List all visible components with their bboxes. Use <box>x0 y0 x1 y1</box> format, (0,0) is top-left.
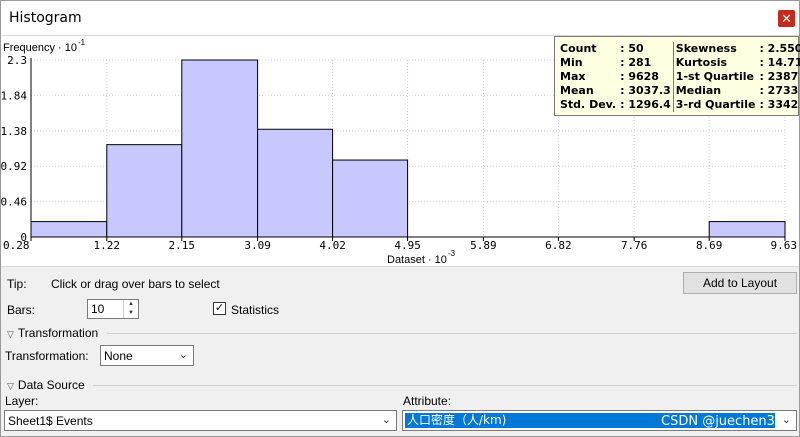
close-button[interactable]: ✕ <box>778 10 795 27</box>
close-icon: ✕ <box>781 11 792 26</box>
histogram-bar[interactable] <box>30 221 108 238</box>
statistics-label: Statistics <box>231 303 280 317</box>
y-tick-label: 0.46 <box>1 196 27 209</box>
stat-label: Mean <box>560 84 594 97</box>
y-axis-label: Frequency · 10 <box>3 42 77 54</box>
histogram-bar[interactable] <box>708 221 786 238</box>
histogram-bar[interactable] <box>106 144 183 238</box>
bars-value: 10 <box>91 302 105 316</box>
tip-label: Tip: <box>7 277 27 291</box>
y-tick-label: 2.3 <box>7 54 27 67</box>
spin-up-icon[interactable]: ▲ <box>124 300 138 309</box>
x-tick-label: 9.63 <box>771 239 798 252</box>
bars-label: Bars: <box>7 303 36 317</box>
x-tick-label: 8.69 <box>696 239 723 252</box>
stat-label: 3-rd Quartile <box>672 98 758 112</box>
x-tick-label: 4.95 <box>394 239 421 252</box>
stat-label: Max <box>560 70 586 83</box>
stat-value: : 2387 <box>759 70 799 83</box>
transformation-section-label: Transformation <box>17 326 99 340</box>
stat-value: : 9628 <box>620 70 659 83</box>
statistics-row: Mean : 3037.3 Median: 2733 <box>558 84 800 98</box>
statistics-row: Std. Dev.: 1296.4 3-rd Quartile: 3342 <box>558 98 800 112</box>
stat-value: : 281 <box>620 56 652 69</box>
spin-down-icon[interactable]: ▼ <box>124 309 138 318</box>
histogram-window: Histogram ✕ 0 0.46 0.92 1.38 1.84 2.3 0.28 1.22… <box>0 0 800 437</box>
section-divider <box>107 333 797 334</box>
statistics-checkbox[interactable]: ✓ <box>213 302 226 315</box>
stat-value: : 3037.3 <box>620 84 671 97</box>
stat-label: Min <box>560 56 583 69</box>
statistics-row: Max : 9628 1-st Quartile: 2387 <box>558 70 800 84</box>
x-tick-label: 6.82 <box>545 239 572 252</box>
transformation-value: None <box>104 349 133 363</box>
watermark: CSDN @juechen333 <box>661 414 792 429</box>
add-to-layout-button[interactable]: Add to Layout <box>683 272 797 294</box>
x-axis-label-exponent: -3 <box>448 249 456 258</box>
chevron-down-icon: ⌄ <box>381 414 391 426</box>
stat-value: : 2733 <box>759 84 799 97</box>
x-tick-label: 0.28 <box>3 239 30 252</box>
tip-text: Click or drag over bars to select <box>51 277 220 291</box>
stat-label: Skewness <box>672 42 758 56</box>
histogram-bar[interactable] <box>257 128 334 238</box>
stat-label: Count <box>560 42 597 55</box>
transformation-select[interactable]: None ⌄ <box>100 345 194 366</box>
stat-value: : 3342 <box>759 98 799 111</box>
stat-value: : 2.5502 <box>759 42 800 55</box>
section-divider <box>93 385 797 386</box>
x-tick-label: 5.89 <box>470 239 497 252</box>
x-tick-label: 7.76 <box>621 239 648 252</box>
chevron-down-icon: ⌄ <box>178 349 188 361</box>
collapse-icon: ▽ <box>7 381 14 391</box>
y-tick-label: 1.84 <box>1 89 27 102</box>
statistics-panel: Count : 50 Skewness: 2.5502 Min : 281 Kurtosi… <box>554 36 800 116</box>
x-tick-label: 3.09 <box>244 239 271 252</box>
title-bar: Histogram ✕ <box>1 1 799 35</box>
data-source-section-label: Data Source <box>17 378 85 392</box>
layer-select[interactable]: Sheet1$ Events ⌄ <box>4 410 397 431</box>
layer-label: Layer: <box>5 394 39 408</box>
check-icon: ✓ <box>214 302 225 314</box>
x-axis-label: Dataset · 10 <box>387 254 447 266</box>
stat-value: : 1296.4 <box>620 98 671 111</box>
stat-value: : 14.716 <box>759 56 800 69</box>
histogram-bar[interactable] <box>181 59 259 238</box>
x-tick-label: 1.22 <box>94 239 121 252</box>
bars-stepper[interactable]: 10 ▲ ▼ <box>87 299 139 319</box>
data-source-section-header[interactable]: ▽ Data Source <box>7 378 85 392</box>
x-tick-label: 4.02 <box>319 239 346 252</box>
transformation-section-header[interactable]: ▽ Transformation <box>7 326 98 340</box>
stat-label: Std. Dev. <box>560 98 617 111</box>
stat-label: Median <box>672 84 758 98</box>
layer-value: Sheet1$ Events <box>8 414 93 428</box>
y-tick-label: 0.92 <box>1 160 27 173</box>
histogram-bar[interactable] <box>332 159 409 238</box>
y-axis-label-exponent: -1 <box>78 38 86 47</box>
y-tick-label: 1.38 <box>1 125 27 138</box>
stat-label: Kurtosis <box>672 56 758 70</box>
transformation-label: Transformation: <box>5 349 89 363</box>
attribute-label: Attribute: <box>403 394 452 408</box>
collapse-icon: ▽ <box>7 329 14 339</box>
x-tick-label: 2.15 <box>169 239 196 252</box>
statistics-row: Min : 281 Kurtosis: 14.716 <box>558 56 800 70</box>
statistics-table: Count : 50 Skewness: 2.5502 Min : 281 Kurtosi… <box>558 42 800 112</box>
stat-label: 1-st Quartile <box>672 70 758 84</box>
stat-value: : 50 <box>620 42 644 55</box>
stepper-arrows[interactable]: ▲ ▼ <box>123 300 138 318</box>
window-title: Histogram <box>9 10 82 26</box>
statistics-row: Count : 50 Skewness: 2.5502 <box>558 42 800 56</box>
